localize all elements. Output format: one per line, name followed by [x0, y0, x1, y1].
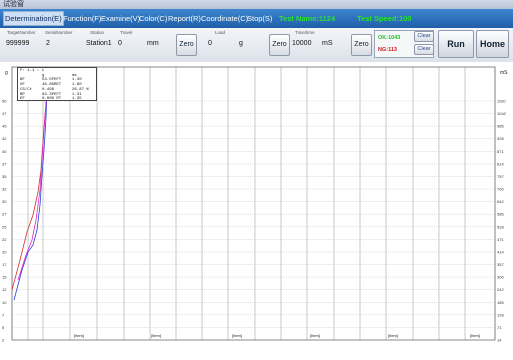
window-title: 试验窗: [0, 0, 513, 9]
y-right-tick: 642: [497, 199, 504, 204]
right-unit-label: mS: [500, 70, 508, 76]
zero-load-button[interactable]: Zero: [269, 34, 290, 56]
home-button[interactable]: Home: [476, 30, 509, 58]
legend-header: F: 1-1 : 1: [20, 69, 45, 73]
y-right-tick: 471: [497, 237, 504, 242]
plot-area[interactable]: 50 47 45 42 40 37 35 32 30 27 25 22 20 17 15 12 10 7 5 2 11…: [0, 62, 513, 355]
time-unit: mS: [322, 40, 333, 47]
y-right-tick: 128: [497, 312, 504, 317]
legend-row-value: 0.000 RT: [42, 97, 62, 102]
y-left-tick: 45: [2, 124, 7, 129]
test-name-label: Test Name:1124: [279, 14, 336, 23]
menu-examine[interactable]: Examine(V): [101, 12, 140, 25]
y-left-tick: 10: [2, 300, 7, 305]
clear-ok-button[interactable]: Clear: [414, 31, 434, 42]
y-right-tick: 871: [497, 149, 504, 154]
zero-time-button[interactable]: Zero: [351, 34, 372, 56]
y-left-tick: 17: [2, 262, 7, 267]
test-speed-label: Test Speed:100: [357, 14, 412, 23]
y-left-tick: 47: [2, 111, 7, 116]
menu-bar: Determination(E) Function(F) Examine(V) …: [0, 9, 513, 28]
y-left-tick: 50: [2, 99, 7, 104]
y-right-tick: 300: [497, 275, 504, 280]
y-left-tick: 27: [2, 212, 7, 217]
load-field[interactable]: 0: [208, 40, 212, 47]
ng-count: NG:113: [378, 47, 397, 53]
y-right-tick: 357: [497, 262, 504, 267]
travel-label: Travel: [120, 30, 133, 35]
left-unit-label: g: [5, 70, 8, 76]
y-right-tick: 528: [497, 224, 504, 229]
target-number-field[interactable]: 999999: [6, 40, 29, 47]
y-left-tick: 15: [2, 275, 7, 280]
y-left-tick: 35: [2, 174, 7, 179]
menu-report[interactable]: Report(R): [168, 12, 201, 25]
menu-determination[interactable]: Determination(E): [3, 11, 64, 26]
y-left-tick: 25: [2, 224, 7, 229]
target-number-label: TargetNumber: [7, 30, 36, 35]
y-right-tick: 700: [497, 187, 504, 192]
x-axis-label: [Item]: [151, 333, 161, 338]
y-right-tick: 814: [497, 161, 504, 166]
menu-function[interactable]: Function(F): [63, 12, 101, 25]
travel-field[interactable]: 0: [118, 40, 122, 47]
y-left-tick: 30: [2, 199, 7, 204]
y-right-tick: 585: [497, 212, 504, 217]
plot-canvas[interactable]: 5047454240373532302725222017151210752 11…: [0, 62, 513, 355]
x-axis-label: [Item]: [74, 333, 84, 338]
menu-coordinate[interactable]: Coordinate(C): [201, 12, 248, 25]
y-left-tick: 22: [2, 237, 7, 242]
y-right-tick: 928: [497, 136, 504, 141]
x-axis-label: [Item]: [470, 333, 480, 338]
y-right-tick: 71: [497, 325, 502, 330]
y-right-tick: 242: [497, 287, 504, 292]
x-axis-label: [Item]: [388, 333, 398, 338]
load-unit: g: [239, 40, 243, 47]
x-axis-label: [Item]: [310, 333, 320, 338]
run-button[interactable]: Run: [438, 30, 474, 58]
x-axis-label: [Item]: [232, 333, 242, 338]
y-left-tick: 40: [2, 149, 7, 154]
y-right-tick: 985: [497, 124, 504, 129]
y-left-tick: 12: [2, 287, 7, 292]
result-legend: F: 1-1 : 1 g ms BF 53.5PEFT 1.30 OF 46.0GRET…: [17, 67, 97, 101]
menu-stop[interactable]: Stop(S): [247, 12, 272, 25]
y-right-tick: 414: [497, 249, 504, 254]
legend-row-label: EF: [20, 97, 25, 102]
zero-travel-button[interactable]: Zero: [176, 34, 197, 56]
time-label: Time/time: [295, 30, 315, 35]
y-left-tick: 32: [2, 187, 7, 192]
y-right-tick: 1100: [497, 99, 506, 104]
serial-number-field[interactable]: 2: [46, 40, 50, 47]
y-right-tick: 14: [497, 338, 502, 343]
y-left-tick: 37: [2, 161, 7, 166]
y-left-tick: 42: [2, 136, 7, 141]
serial-number-label: SerialNumber: [45, 30, 73, 35]
station-label: Station: [90, 30, 105, 35]
y-right-tick: 757: [497, 174, 504, 179]
menu-color[interactable]: Color(C): [139, 12, 167, 25]
y-right-tick: 1042: [497, 111, 507, 116]
y-right-tick: 185: [497, 300, 504, 305]
legend-row-time: 1.35: [72, 97, 82, 102]
y-left-tick: 20: [2, 249, 7, 254]
toolbar: [0, 28, 513, 63]
load-label: Load: [215, 30, 226, 35]
clear-ng-button[interactable]: Clear: [414, 44, 434, 55]
time-field[interactable]: 10000: [292, 40, 311, 47]
station-field[interactable]: Station1: [86, 40, 112, 47]
ok-count: OK:1043: [378, 35, 401, 41]
travel-unit: mm: [147, 40, 159, 47]
